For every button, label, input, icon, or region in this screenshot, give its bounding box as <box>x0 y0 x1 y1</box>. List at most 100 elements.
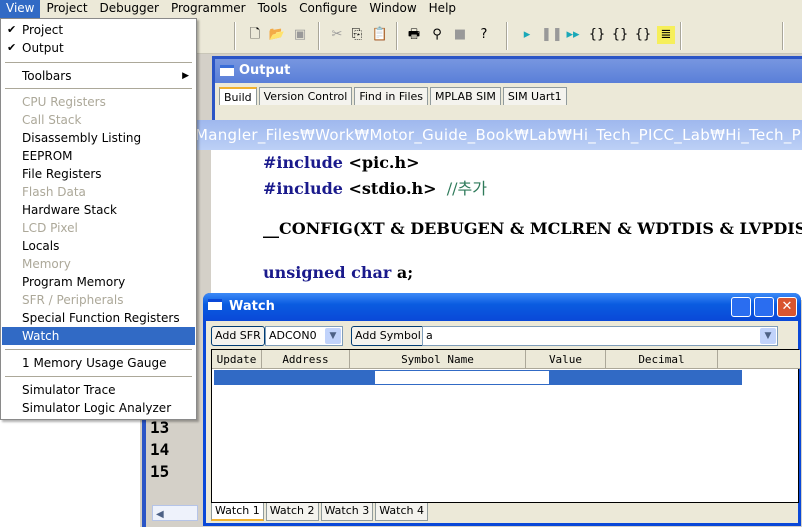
code-line-2-header: <stdio.h> <box>348 179 437 198</box>
menu-debugger[interactable]: Debugger <box>94 0 165 18</box>
animate-icon[interactable]: ▸▸ <box>564 26 582 44</box>
open-folder-icon[interactable]: 📂 <box>268 26 286 44</box>
tab-watch-3[interactable]: Watch 3 <box>320 503 374 521</box>
watch-row-selected[interactable] <box>214 370 374 385</box>
menu-item-special-function-registers[interactable]: Special Function Registers <box>2 309 195 327</box>
chevron-down-icon[interactable]: ▼ <box>325 328 341 344</box>
menu-help[interactable]: Help <box>423 0 462 18</box>
menu-item-output[interactable]: ✔ Output <box>2 39 195 57</box>
horizontal-scrollbar[interactable]: ◀ <box>152 505 198 521</box>
menu-item-project[interactable]: ✔ Project <box>2 21 195 39</box>
menu-item-label: Watch <box>22 329 60 343</box>
print-icon[interactable]: 🖶 <box>405 26 423 44</box>
menu-item-label: Call Stack <box>22 113 82 127</box>
menu-item-lcd-pixel[interactable]: LCD Pixel <box>2 219 195 237</box>
sfr-select-value: ADCON0 <box>269 329 317 342</box>
find-binoculars-icon[interactable]: ⚲ <box>428 26 446 44</box>
column-value[interactable]: Value <box>526 350 606 369</box>
chevron-down-icon[interactable]: ▼ <box>760 328 776 344</box>
menu-item-memory[interactable]: Memory <box>2 255 195 273</box>
tab-version-control[interactable]: Version Control <box>258 87 353 105</box>
column-address[interactable]: Address <box>262 350 350 369</box>
add-symbol-button[interactable]: Add Symbol <box>351 326 425 346</box>
menu-item-cpu-registers[interactable]: CPU Registers <box>2 93 195 111</box>
symbol-name-edit-cell[interactable] <box>374 370 550 385</box>
tab-watch-4[interactable]: Watch 4 <box>375 503 428 521</box>
menu-item-watch[interactable]: Watch <box>2 327 195 345</box>
window-icon <box>208 299 222 310</box>
tab-build[interactable]: Build <box>219 87 257 105</box>
add-sfr-button[interactable]: Add SFR <box>211 326 265 346</box>
editor-title-bar[interactable]: Mangler_Files₩Work₩Motor_Guide_Book₩Lab₩… <box>195 120 802 150</box>
symbol-select[interactable]: a ▼ <box>422 326 778 346</box>
menu-tools[interactable]: Tools <box>252 0 294 18</box>
minimize-button[interactable] <box>731 297 751 317</box>
menu-item-label: Toolbars <box>22 69 72 83</box>
pause-icon[interactable]: ❚❚ <box>541 26 563 44</box>
toolbar-separator <box>318 22 320 50</box>
step-over-icon[interactable]: {} <box>611 26 629 44</box>
reset-icon[interactable]: ≣ <box>657 26 675 44</box>
output-title-bar[interactable]: Output <box>215 59 802 83</box>
menu-project[interactable]: Project <box>40 0 93 18</box>
step-out-icon[interactable]: {} <box>634 26 652 44</box>
menu-item-disassembly-listing[interactable]: Disassembly Listing <box>2 129 195 147</box>
run-icon[interactable]: ▸ <box>518 26 536 44</box>
checkmark-icon: ✔ <box>7 41 17 54</box>
tab-find-in-files[interactable]: Find in Files <box>354 87 429 105</box>
build-icon[interactable]: ■ <box>451 26 469 44</box>
code-line-1-header: <pic.h> <box>348 153 420 172</box>
tab-watch-1[interactable]: Watch 1 <box>211 503 264 521</box>
menu-item-call-stack[interactable]: Call Stack <box>2 111 195 129</box>
menu-view[interactable]: View <box>0 0 41 18</box>
watch-window: Watch ✕ Add SFR ADCON0 ▼ Add Symbol a ▼ Up… <box>203 293 801 526</box>
view-menu-dropdown: ✔ Project ✔ Output Toolbars ▶ CPU Registers Cal… <box>0 18 197 420</box>
menu-separator <box>5 376 192 377</box>
code-editor[interactable]: #include <pic.h> #include <stdio.h> //추가… <box>195 150 802 300</box>
help-icon[interactable]: ? <box>475 26 493 44</box>
menu-item-toolbars[interactable]: Toolbars ▶ <box>2 67 195 85</box>
column-decimal[interactable]: Decimal <box>606 350 718 369</box>
menu-item-file-registers[interactable]: File Registers <box>2 165 195 183</box>
maximize-button[interactable] <box>754 297 774 317</box>
menu-item-1-memory-usage-gauge[interactable]: 1 Memory Usage Gauge <box>2 354 195 372</box>
menu-item-sfr-peripherals[interactable]: SFR / Peripherals <box>2 291 195 309</box>
output-window: Output Build Version Control Find in Fil… <box>212 56 802 126</box>
code-line-1-directive: #include <box>263 153 349 172</box>
menu-item-locals[interactable]: Locals <box>2 237 195 255</box>
paste-icon[interactable]: 📋 <box>371 26 389 44</box>
cut-icon[interactable]: ✂ <box>328 26 346 44</box>
watch-title-bar[interactable]: Watch ✕ <box>203 293 801 321</box>
menu-programmer[interactable]: Programmer <box>165 0 252 18</box>
column-update[interactable]: Update <box>212 350 262 369</box>
menu-configure[interactable]: Configure <box>293 0 363 18</box>
step-into-icon[interactable]: {} <box>588 26 606 44</box>
output-title: Output <box>239 63 291 78</box>
menu-item-flash-data[interactable]: Flash Data <box>2 183 195 201</box>
scroll-left-icon[interactable]: ◀ <box>153 509 164 520</box>
column-symbol-name[interactable]: Symbol Name <box>350 350 526 369</box>
new-file-icon[interactable]: 🗋 <box>246 26 264 44</box>
menu-item-eeprom[interactable]: EEPROM <box>2 147 195 165</box>
code-line-config: __CONFIG(XT & DEBUGEN & MCLREN & WDTDIS … <box>263 219 802 238</box>
close-button[interactable]: ✕ <box>777 297 797 317</box>
tab-sim-uart1[interactable]: SIM Uart1 <box>502 87 567 105</box>
menu-item-label: Memory <box>22 257 71 271</box>
watch-grid[interactable]: Update Address Symbol Name Value Decimal <box>211 349 800 503</box>
tab-watch-2[interactable]: Watch 2 <box>265 503 319 521</box>
copy-icon[interactable]: ⎘ <box>348 26 366 44</box>
menu-item-hardware-stack[interactable]: Hardware Stack <box>2 201 195 219</box>
menu-item-simulator-logic-analyzer[interactable]: Simulator Logic Analyzer <box>2 399 195 417</box>
editor-file-path: Mangler_Files₩Work₩Motor_Guide_Book₩Lab₩… <box>195 126 802 144</box>
symbol-select-value: a <box>426 329 433 342</box>
submenu-arrow-icon: ▶ <box>182 71 189 81</box>
save-icon[interactable]: ▣ <box>291 26 309 44</box>
code-line-4-var: a; <box>396 263 414 282</box>
menu-window[interactable]: Window <box>363 0 422 18</box>
menu-item-label: SFR / Peripherals <box>22 293 124 307</box>
sfr-select[interactable]: ADCON0 ▼ <box>265 326 343 346</box>
tab-mplab-sim[interactable]: MPLAB SIM <box>430 87 501 105</box>
watch-row-selected-value[interactable] <box>550 370 742 385</box>
menu-item-simulator-trace[interactable]: Simulator Trace <box>2 381 195 399</box>
menu-item-program-memory[interactable]: Program Memory <box>2 273 195 291</box>
